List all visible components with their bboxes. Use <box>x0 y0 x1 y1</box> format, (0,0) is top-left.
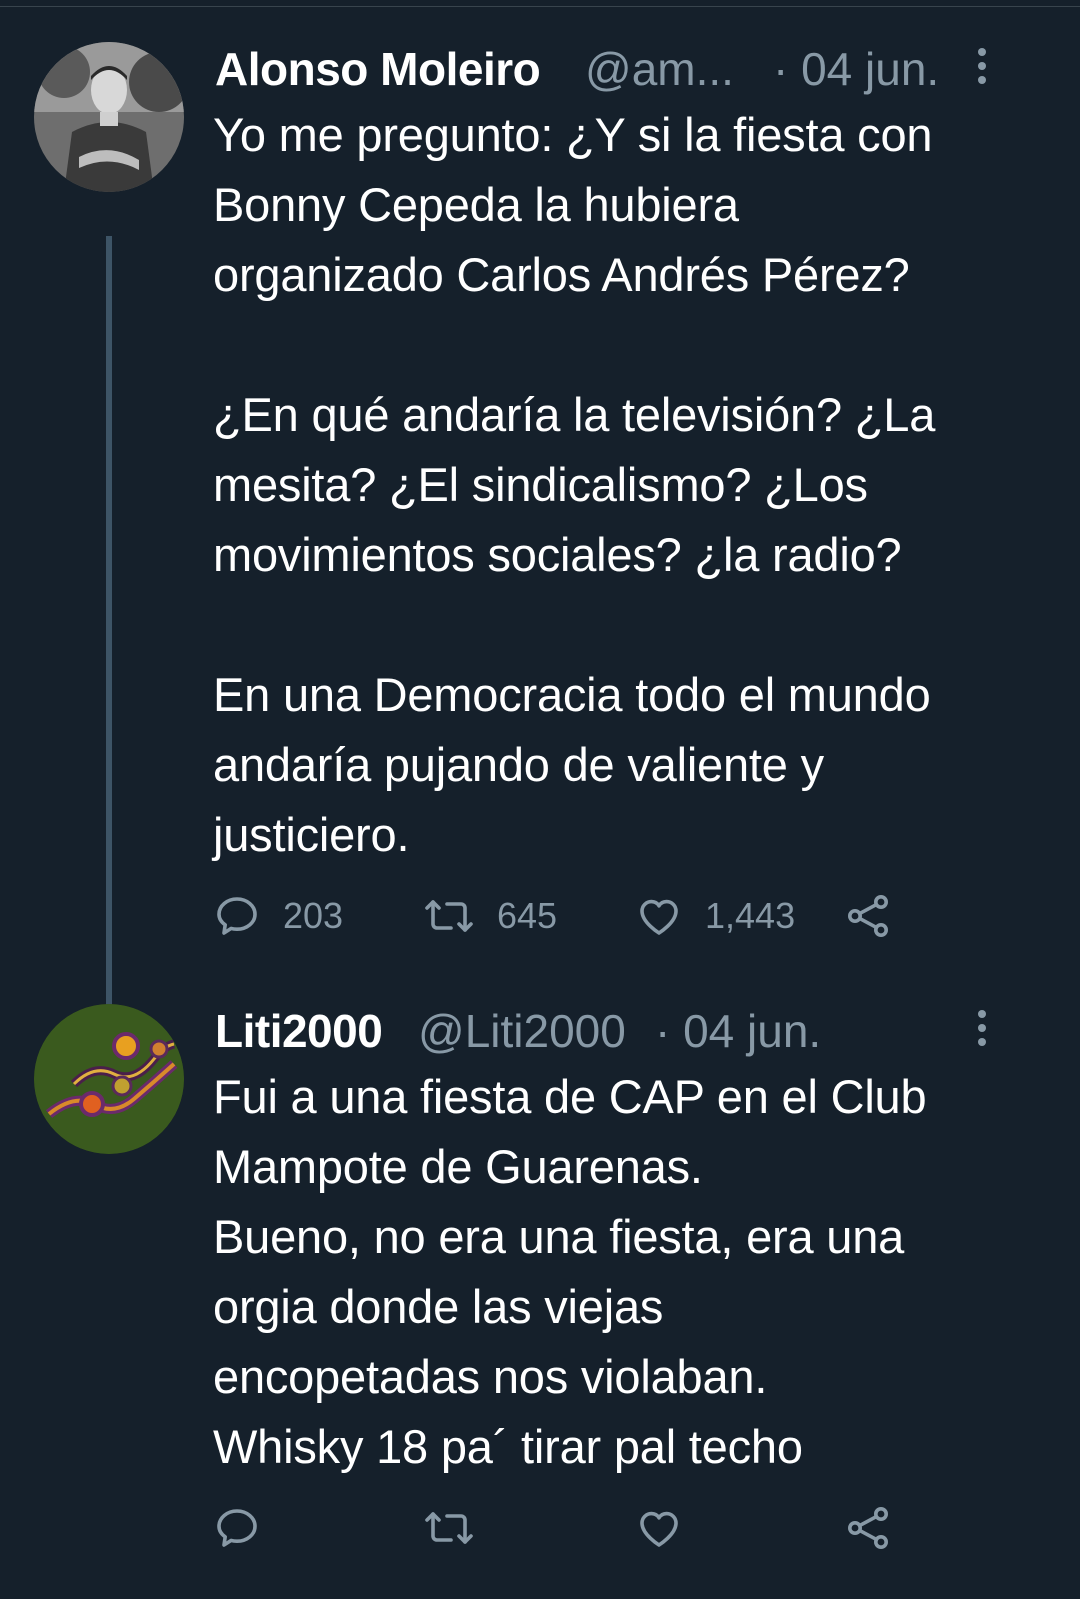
thread-line <box>106 236 112 1038</box>
heart-icon <box>640 1511 678 1547</box>
avatar[interactable] <box>34 1004 184 1154</box>
tweet-actions: 203 645 1,443 <box>213 888 973 948</box>
reply-button[interactable]: 203 <box>213 888 343 944</box>
tweet-text: Fui a una fiesta de CAP en el Club Mampo… <box>213 1070 927 1473</box>
tweet-actions <box>213 1500 973 1560</box>
tweet-header: Liti2000 @Liti2000 · 04 jun. <box>215 1000 1040 1058</box>
share-button[interactable] <box>845 1500 893 1556</box>
handle[interactable]: @am... <box>585 42 734 96</box>
handle[interactable]: @Liti2000 <box>418 1004 626 1058</box>
like-button[interactable] <box>635 1500 683 1556</box>
retweet-icon <box>425 1512 473 1544</box>
tweet-date[interactable]: · 04 jun. <box>773 42 939 96</box>
retweet-icon <box>425 900 473 932</box>
reply-icon <box>217 1509 257 1547</box>
display-name[interactable]: Alonso Moleiro <box>215 42 541 96</box>
tweet-header: Alonso Moleiro @am... · 04 jun. <box>215 38 1040 96</box>
share-icon <box>848 895 888 937</box>
share-button[interactable] <box>845 888 893 944</box>
tweet-date[interactable]: · 04 jun. <box>655 1004 821 1058</box>
more-vertical-icon[interactable] <box>976 48 988 88</box>
reply-icon <box>217 897 257 935</box>
reply-button[interactable] <box>213 1500 261 1556</box>
display-name[interactable]: Liti2000 <box>215 1004 383 1058</box>
like-count: 1,443 <box>705 895 796 936</box>
like-button[interactable]: 1,443 <box>635 888 795 944</box>
avatar[interactable] <box>34 42 184 192</box>
reply-count: 203 <box>283 895 344 936</box>
heart-icon <box>640 899 678 935</box>
top-divider <box>0 0 1080 7</box>
share-icon <box>848 1507 888 1549</box>
tweet-text: Yo me pregunto: ¿Y si la fiesta con Bonn… <box>213 108 936 861</box>
retweet-count: 645 <box>497 895 558 936</box>
more-vertical-icon[interactable] <box>976 1010 988 1050</box>
retweet-button[interactable] <box>423 1500 475 1556</box>
retweet-button[interactable]: 645 <box>423 888 557 944</box>
